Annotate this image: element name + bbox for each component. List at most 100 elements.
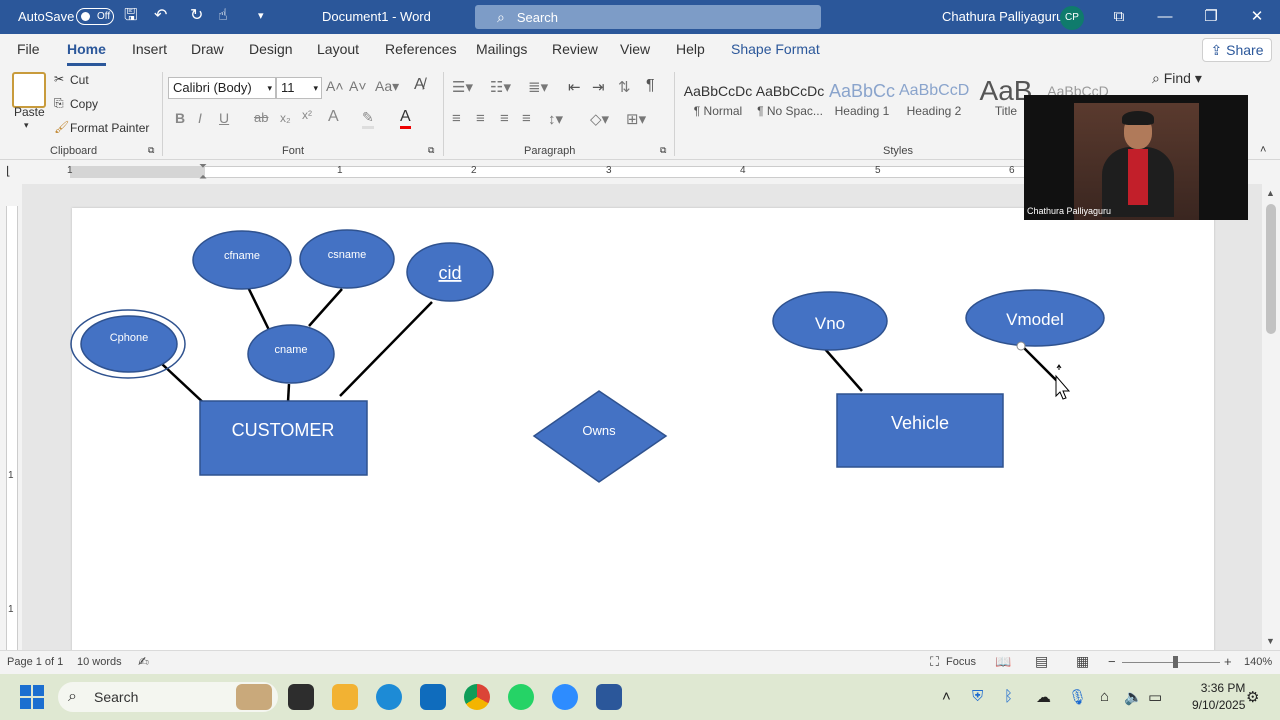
redo-icon[interactable]: ↻ bbox=[190, 6, 203, 26]
line-spacing-icon[interactable]: ↕▾ bbox=[548, 110, 563, 128]
tab-selector-icon[interactable]: ⌊ bbox=[6, 164, 11, 178]
attribute-cname[interactable]: cname bbox=[247, 324, 335, 384]
style-heading-2[interactable]: AaBbCcD Heading 2 bbox=[899, 76, 969, 132]
paste-icon[interactable] bbox=[12, 72, 46, 108]
title-search-box[interactable]: ⌕ Search bbox=[475, 5, 821, 29]
font-color-icon[interactable]: A bbox=[400, 108, 411, 129]
print-layout-icon[interactable]: ▤ bbox=[1035, 653, 1048, 670]
word-icon[interactable] bbox=[596, 684, 622, 710]
copy-button[interactable]: Copy bbox=[70, 97, 98, 111]
battery-icon[interactable]: ▭ bbox=[1148, 688, 1162, 706]
tab-draw[interactable]: Draw bbox=[191, 41, 224, 57]
show-formatting-icon[interactable]: ¶ bbox=[646, 77, 655, 95]
windows-start-icon[interactable] bbox=[20, 685, 44, 709]
video-call-overlay[interactable]: Chathura Palliyaguru bbox=[1024, 95, 1248, 220]
task-view-icon[interactable] bbox=[288, 684, 314, 710]
share-button[interactable]: ⇪ Share bbox=[1202, 38, 1272, 62]
align-center-icon[interactable]: ≡ bbox=[476, 110, 485, 127]
tab-help[interactable]: Help bbox=[676, 41, 705, 57]
focus-button[interactable]: Focus bbox=[946, 656, 976, 668]
increase-indent-icon[interactable]: ⇥ bbox=[592, 78, 605, 96]
subscript-icon[interactable]: x₂ bbox=[280, 111, 291, 125]
tab-shape-format[interactable]: Shape Format bbox=[731, 41, 820, 57]
user-name[interactable]: Chathura Palliyaguru bbox=[942, 9, 1063, 24]
volume-icon[interactable]: 🔈 bbox=[1124, 688, 1143, 706]
highlight-icon[interactable]: ✎ bbox=[362, 109, 374, 129]
shading-icon[interactable]: ◇▾ bbox=[590, 110, 609, 128]
tab-design[interactable]: Design bbox=[249, 41, 293, 57]
zoom-in-icon[interactable]: + bbox=[1224, 654, 1232, 669]
network-icon[interactable]: ⌂ bbox=[1100, 688, 1109, 705]
change-case-icon[interactable]: Aa▾ bbox=[375, 78, 399, 95]
minimize-icon[interactable]: — bbox=[1150, 4, 1180, 30]
font-launcher-icon[interactable]: ⧉ bbox=[428, 145, 434, 156]
grow-font-icon[interactable]: A˄ bbox=[326, 78, 344, 94]
scroll-down-icon[interactable]: ▼ bbox=[1266, 636, 1275, 646]
connector-vmodel-selected[interactable] bbox=[1021, 345, 1061, 385]
justify-icon[interactable]: ≡ bbox=[522, 110, 531, 127]
bullets-icon[interactable]: ☰▾ bbox=[452, 78, 473, 96]
strikethrough-icon[interactable]: ab bbox=[254, 110, 268, 125]
copy-icon[interactable]: ⎘ bbox=[54, 96, 64, 111]
ribbon-display-icon[interactable]: ⧉ bbox=[1104, 4, 1134, 30]
format-painter-button[interactable]: Format Painter bbox=[70, 121, 149, 135]
restore-icon[interactable]: ❐ bbox=[1196, 4, 1226, 30]
align-right-icon[interactable]: ≡ bbox=[500, 110, 509, 127]
paste-button[interactable]: Paste bbox=[14, 105, 45, 119]
zoom-level[interactable]: 140% bbox=[1244, 656, 1272, 668]
font-size-box[interactable]: 11 ▾ bbox=[276, 77, 322, 99]
clipboard-launcher-icon[interactable]: ⧉ bbox=[148, 145, 154, 156]
style-heading-1[interactable]: AaBbCc Heading 1 bbox=[827, 76, 897, 132]
bold-icon[interactable]: B bbox=[175, 110, 185, 126]
find-button[interactable]: ⌕ Find ▾ bbox=[1152, 70, 1202, 87]
entity-customer[interactable]: CUSTOMER bbox=[199, 400, 368, 476]
tab-view[interactable]: View bbox=[620, 41, 650, 57]
cut-button[interactable]: Cut bbox=[70, 73, 89, 87]
line-endpoint-handle[interactable] bbox=[1016, 341, 1026, 351]
attribute-vmodel[interactable]: Vmodel bbox=[965, 289, 1105, 347]
paragraph-launcher-icon[interactable]: ⧉ bbox=[660, 145, 666, 156]
tab-file[interactable]: File bbox=[17, 41, 40, 57]
security-icon[interactable]: ⛨ bbox=[972, 688, 983, 705]
undo-icon[interactable]: ↶ bbox=[154, 6, 167, 26]
er-diagram[interactable]: cfname csname cid Cphone cname CUSTOMER … bbox=[22, 184, 1262, 650]
indent-marker-icon[interactable]: ⏷ bbox=[199, 161, 207, 172]
multilevel-list-icon[interactable]: ≣▾ bbox=[528, 78, 548, 96]
customize-toolbar-icon[interactable]: ▾ bbox=[258, 6, 264, 26]
tab-mailings[interactable]: Mailings bbox=[476, 41, 527, 57]
style-no-spacing[interactable]: AaBbCcDc ¶ No Spac... bbox=[755, 76, 825, 132]
web-layout-icon[interactable]: ▦ bbox=[1076, 653, 1089, 670]
attribute-cphone[interactable]: Cphone bbox=[70, 309, 186, 379]
underline-icon[interactable]: U bbox=[219, 110, 229, 126]
attribute-csname[interactable]: csname bbox=[299, 229, 395, 289]
zoom-out-icon[interactable]: − bbox=[1108, 654, 1116, 669]
bluetooth-icon[interactable]: ᛒ bbox=[1004, 688, 1013, 705]
sort-icon[interactable]: ⇅ bbox=[618, 78, 631, 96]
relationship-owns[interactable]: Owns bbox=[532, 390, 668, 483]
system-clock[interactable]: 3:36 PM 9/10/2025 bbox=[1192, 680, 1245, 714]
focus-icon[interactable]: ⛶ bbox=[930, 654, 939, 670]
notification-icon[interactable]: ⚙ bbox=[1246, 688, 1259, 706]
connector-csname-cname[interactable] bbox=[308, 288, 343, 327]
show-hidden-icons-icon[interactable]: ˄ bbox=[942, 688, 951, 705]
collapse-ribbon-icon[interactable]: ˄ bbox=[1260, 144, 1266, 156]
edge-icon[interactable] bbox=[376, 684, 402, 710]
attribute-cfname[interactable]: cfname bbox=[192, 230, 292, 290]
outlook-icon[interactable] bbox=[420, 684, 446, 710]
style-normal[interactable]: AaBbCcDc ¶ Normal bbox=[683, 76, 753, 132]
cut-icon[interactable]: ✂ bbox=[54, 72, 64, 86]
connector-cid-customer[interactable] bbox=[339, 301, 433, 397]
zoom-icon[interactable] bbox=[552, 684, 578, 710]
vertical-scrollbar[interactable]: ▲ ▼ bbox=[1262, 184, 1280, 650]
page-count[interactable]: Page 1 of 1 bbox=[7, 656, 63, 668]
connector-vno-vehicle[interactable] bbox=[824, 348, 863, 392]
tab-review[interactable]: Review bbox=[552, 41, 598, 57]
read-mode-icon[interactable]: 📖 bbox=[995, 654, 1011, 670]
onedrive-icon[interactable]: ☁ bbox=[1036, 688, 1051, 706]
attribute-vno[interactable]: Vno bbox=[772, 291, 888, 351]
font-name-box[interactable]: Calibri (Body) ▾ bbox=[168, 77, 276, 99]
connector-cname-customer[interactable] bbox=[286, 383, 291, 403]
tab-layout[interactable]: Layout bbox=[317, 41, 359, 57]
align-left-icon[interactable]: ≡ bbox=[452, 110, 461, 127]
document-area[interactable]: cfname csname cid Cphone cname CUSTOMER … bbox=[22, 184, 1262, 650]
